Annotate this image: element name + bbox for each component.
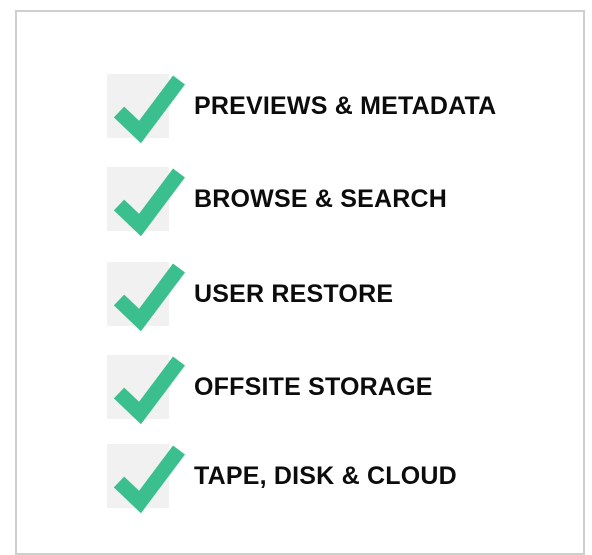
- feature-item-offsite-storage: OFFSITE STORAGE: [107, 355, 433, 425]
- check-icon: [107, 167, 185, 237]
- feature-label: BROWSE & SEARCH: [194, 184, 448, 213]
- check-icon: [107, 262, 185, 332]
- feature-label: OFFSITE STORAGE: [194, 372, 433, 401]
- feature-item-user-restore: USER RESTORE: [107, 262, 394, 332]
- feature-item-browse-search: BROWSE & SEARCH: [107, 167, 448, 237]
- check-icon: [107, 355, 185, 425]
- feature-item-previews-metadata: PREVIEWS & METADATA: [107, 74, 497, 144]
- feature-item-tape-disk-cloud: TAPE, DISK & CLOUD: [107, 444, 457, 514]
- feature-card: PREVIEWS & METADATA BROWSE & SEARCH USER…: [15, 10, 585, 555]
- feature-label: USER RESTORE: [194, 279, 394, 308]
- check-icon: [107, 74, 185, 144]
- check-icon: [107, 444, 185, 514]
- feature-label: PREVIEWS & METADATA: [194, 91, 497, 120]
- feature-label: TAPE, DISK & CLOUD: [194, 461, 457, 490]
